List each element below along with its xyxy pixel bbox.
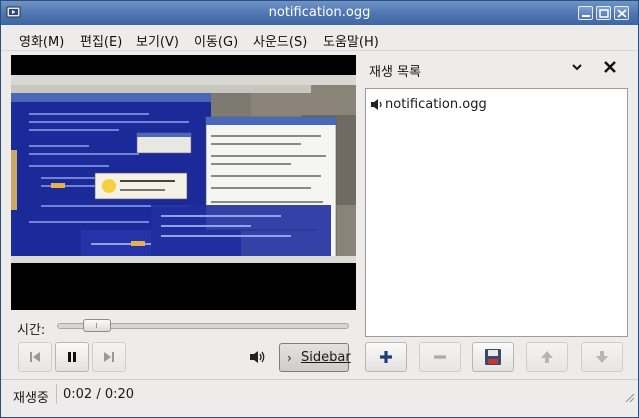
playlist[interactable]: notification.ogg (365, 88, 628, 337)
volume-icon[interactable] (249, 349, 267, 365)
title-bar[interactable]: notification.ogg (1, 1, 638, 25)
status-bar: 재생중 0:02 / 0:20 (1, 379, 638, 406)
remove-icon (434, 355, 446, 359)
sidebar-title[interactable]: 재생 목록 (369, 61, 421, 80)
save-button[interactable] (472, 342, 514, 372)
maximize-icon (599, 9, 609, 18)
add-icon (380, 351, 392, 363)
previous-button[interactable] (18, 342, 52, 372)
move-up-icon (541, 351, 553, 363)
skip-next-icon (104, 352, 114, 362)
menu-edit[interactable]: 편집(E) (80, 31, 122, 50)
add-button[interactable] (365, 342, 407, 372)
sidebar-toggle-button[interactable]: › Sidebar (279, 343, 351, 372)
move-up-button[interactable] (526, 342, 568, 372)
minimize-button[interactable] (578, 6, 593, 20)
speaker-icon (371, 99, 382, 110)
menu-view[interactable]: 보기(V) (136, 31, 179, 50)
chevron-down-icon[interactable] (571, 61, 583, 73)
move-down-button[interactable] (581, 342, 623, 372)
move-down-icon (596, 351, 608, 363)
menu-bar: 영화(M) 편집(E) 보기(V) 이동(G) 사운드(S) 도움말(H) (1, 25, 638, 51)
time-label: 시간: (17, 323, 46, 338)
playback-time: 0:02 / 0:20 (63, 387, 135, 402)
playback-state: 재생중 (13, 391, 49, 406)
resize-grip-icon[interactable] (623, 391, 635, 403)
maximize-button[interactable] (596, 6, 611, 20)
minimize-icon (582, 15, 590, 17)
playlist-item-label: notification.ogg (385, 97, 487, 112)
video-display[interactable] (11, 55, 356, 310)
menu-movie[interactable]: 영화(M) (19, 31, 64, 50)
pause-icon (68, 352, 76, 362)
player-window: notification.ogg 영화(M) 편집(E) 보기(V) 이동(G)… (0, 0, 639, 418)
remove-button[interactable] (419, 342, 461, 372)
window-title: notification.ogg (268, 5, 371, 20)
menu-help[interactable]: 도움말(H) (323, 31, 379, 50)
status-divider (56, 384, 57, 404)
pause-button[interactable] (55, 342, 89, 372)
menu-sound[interactable]: 사운드(S) (253, 31, 307, 50)
sidebar-close-icon[interactable] (603, 60, 617, 74)
next-button[interactable] (92, 342, 126, 372)
save-icon (485, 349, 501, 365)
close-icon (617, 9, 627, 18)
toggle-arrow-icon: › (287, 351, 292, 365)
sidebar-toggle-label: Sidebar (301, 350, 351, 365)
sidebar-header: 재생 목록 (365, 55, 631, 83)
skip-previous-icon (30, 352, 40, 362)
seek-handle[interactable] (83, 319, 112, 332)
menu-go[interactable]: 이동(G) (194, 31, 238, 50)
video-frame (11, 55, 356, 310)
close-button[interactable] (614, 6, 629, 20)
